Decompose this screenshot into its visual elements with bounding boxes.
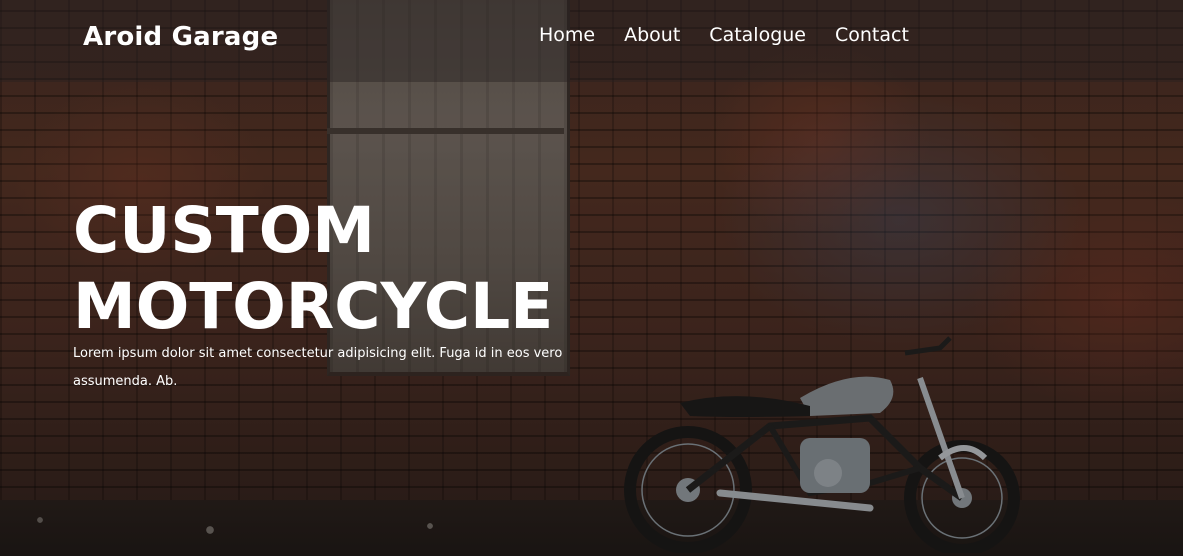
nav-about[interactable]: About xyxy=(624,24,680,46)
nav-contact[interactable]: Contact xyxy=(835,24,909,46)
hero-headline: CUSTOM MOTORCYCLE xyxy=(73,193,553,345)
headline-line-1: CUSTOM xyxy=(73,194,375,267)
main-nav: Home About Catalogue Contact xyxy=(539,24,909,46)
headline-line-2: MOTORCYCLE xyxy=(73,270,554,343)
site-logo[interactable]: Aroid Garage xyxy=(83,22,278,52)
nav-home[interactable]: Home xyxy=(539,24,595,46)
site-header: Aroid Garage Home About Catalogue Contac… xyxy=(0,0,1183,82)
nav-catalogue[interactable]: Catalogue xyxy=(709,24,806,46)
hero-description: Lorem ipsum dolor sit amet consectetur a… xyxy=(73,346,563,389)
